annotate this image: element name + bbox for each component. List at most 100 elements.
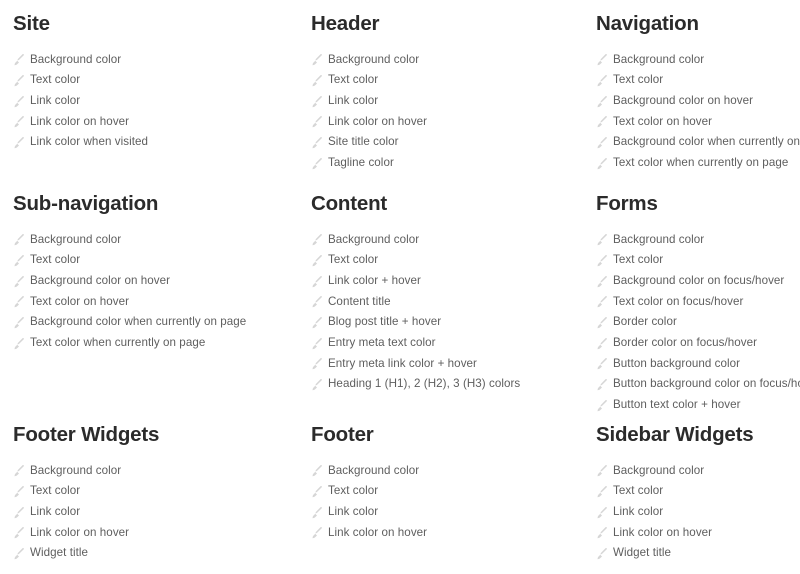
color-option-item[interactable]: Link color bbox=[13, 502, 298, 523]
color-option-item[interactable]: Background color bbox=[13, 461, 298, 482]
color-option-item[interactable]: Background color on focus/hover bbox=[596, 271, 800, 292]
color-option-label: Widget title bbox=[613, 546, 672, 560]
option-list: Background color Text color Link color + h… bbox=[311, 215, 583, 396]
color-option-item[interactable]: Heading 1 (H1), 2 (H2), 3 (H3) colors bbox=[311, 374, 583, 395]
color-option-label: Text color bbox=[328, 253, 379, 267]
paintbrush-icon bbox=[596, 337, 609, 350]
section-sub-navigation: Sub-navigation Background color Text colo… bbox=[0, 188, 298, 354]
color-option-label: Border color on focus/hover bbox=[613, 335, 758, 349]
color-option-item[interactable]: Button text color + hover bbox=[596, 395, 800, 416]
color-option-item[interactable]: Background color bbox=[311, 230, 583, 251]
color-option-label: Widget title bbox=[30, 546, 89, 560]
color-option-item[interactable]: Text color on hover bbox=[596, 112, 800, 133]
color-option-item[interactable]: Button background color on focus/hover bbox=[596, 374, 800, 395]
color-option-item[interactable]: Link color bbox=[13, 91, 298, 112]
section-footer: Footer Background color Text color Link co… bbox=[298, 419, 583, 543]
paintbrush-icon bbox=[13, 464, 26, 477]
color-option-item[interactable]: Text color when currently on page bbox=[596, 153, 800, 174]
color-option-item[interactable]: Background color bbox=[13, 230, 298, 251]
option-list: Background color Text color Link color Link… bbox=[596, 446, 800, 564]
color-option-label: Link color bbox=[30, 504, 81, 518]
paintbrush-icon bbox=[311, 295, 324, 308]
color-option-item[interactable]: Widget title bbox=[13, 543, 298, 564]
paintbrush-icon bbox=[596, 357, 609, 370]
color-option-item[interactable]: Link color on hover bbox=[13, 112, 298, 133]
color-option-item[interactable]: Content title bbox=[311, 292, 583, 313]
section-forms: Forms Background color Text color Backgrou… bbox=[583, 188, 800, 416]
color-option-item[interactable]: Site title color bbox=[311, 132, 583, 153]
color-option-item[interactable]: Background color bbox=[311, 50, 583, 71]
color-option-item[interactable]: Link color on hover bbox=[596, 523, 800, 544]
color-option-item[interactable]: Background color bbox=[596, 230, 800, 251]
option-list: Background color Text color Background col… bbox=[596, 215, 800, 416]
color-option-label: Text color bbox=[328, 484, 379, 498]
section-row-1: Site Background color Text color Link colo… bbox=[0, 0, 800, 188]
paintbrush-icon bbox=[311, 233, 324, 246]
paintbrush-icon bbox=[13, 275, 26, 288]
paintbrush-icon bbox=[596, 115, 609, 128]
color-option-item[interactable]: Background color on hover bbox=[13, 271, 298, 292]
color-option-label: Text color bbox=[613, 73, 664, 87]
section-title: Sub-navigation bbox=[13, 192, 159, 215]
color-option-label: Text color when currently on page bbox=[30, 335, 206, 349]
color-option-item[interactable]: Text color when currently on page bbox=[13, 333, 298, 354]
color-option-item[interactable]: Text color bbox=[596, 250, 800, 271]
color-option-label: Link color + hover bbox=[328, 273, 421, 287]
color-option-item[interactable]: Background color bbox=[596, 461, 800, 482]
color-option-item[interactable]: Blog post title + hover bbox=[311, 312, 583, 333]
color-option-item[interactable]: Entry meta link color + hover bbox=[311, 354, 583, 375]
color-option-label: Background color bbox=[613, 463, 705, 477]
color-option-item[interactable]: Background color bbox=[596, 50, 800, 71]
option-list: Background color Text color Link color Link… bbox=[13, 35, 298, 153]
color-option-label: Link color on hover bbox=[328, 525, 428, 539]
color-option-item[interactable]: Link color when visited bbox=[13, 132, 298, 153]
color-option-item[interactable]: Text color on focus/hover bbox=[596, 292, 800, 313]
color-option-item[interactable]: Entry meta text color bbox=[311, 333, 583, 354]
color-option-item[interactable]: Background color on hover bbox=[596, 91, 800, 112]
color-option-item[interactable]: Widget title bbox=[596, 543, 800, 564]
color-option-item[interactable]: Text color bbox=[13, 70, 298, 91]
color-option-item[interactable]: Background color bbox=[311, 461, 583, 482]
color-option-label: Tagline color bbox=[328, 155, 394, 169]
paintbrush-icon bbox=[13, 95, 26, 108]
section-title: Header bbox=[311, 12, 380, 35]
color-option-item[interactable]: Link color on hover bbox=[13, 523, 298, 544]
color-option-label: Content title bbox=[328, 294, 391, 308]
color-option-item[interactable]: Link color on hover bbox=[311, 523, 583, 544]
color-option-item[interactable]: Link color on hover bbox=[311, 112, 583, 133]
color-option-item[interactable]: Link color bbox=[311, 91, 583, 112]
color-option-item[interactable]: Tagline color bbox=[311, 153, 583, 174]
color-option-item[interactable]: Button background color bbox=[596, 354, 800, 375]
color-option-label: Link color on hover bbox=[613, 525, 713, 539]
color-option-item[interactable]: Text color bbox=[311, 70, 583, 91]
paintbrush-icon bbox=[13, 254, 26, 267]
paintbrush-icon bbox=[596, 547, 609, 560]
color-option-item[interactable]: Link color + hover bbox=[311, 271, 583, 292]
paintbrush-icon bbox=[13, 295, 26, 308]
color-option-item[interactable]: Link color bbox=[311, 502, 583, 523]
color-option-item[interactable]: Text color bbox=[596, 70, 800, 91]
color-option-item[interactable]: Border color bbox=[596, 312, 800, 333]
color-option-item[interactable]: Background color when currently on page bbox=[13, 312, 298, 333]
option-list: Background color Text color Background col… bbox=[13, 215, 298, 354]
color-option-label: Heading 1 (H1), 2 (H2), 3 (H3) colors bbox=[328, 377, 521, 391]
paintbrush-icon bbox=[13, 53, 26, 66]
paintbrush-icon bbox=[596, 485, 609, 498]
paintbrush-icon bbox=[13, 136, 26, 149]
color-option-item[interactable]: Text color bbox=[311, 481, 583, 502]
color-option-item[interactable]: Link color bbox=[596, 502, 800, 523]
option-list: Background color Text color Background col… bbox=[596, 35, 800, 174]
paintbrush-icon bbox=[596, 95, 609, 108]
color-option-item[interactable]: Text color on hover bbox=[13, 292, 298, 313]
color-option-item[interactable]: Text color bbox=[311, 250, 583, 271]
color-option-item[interactable]: Text color bbox=[13, 481, 298, 502]
color-option-item[interactable]: Background color bbox=[13, 50, 298, 71]
paintbrush-icon bbox=[13, 337, 26, 350]
color-option-item[interactable]: Text color bbox=[596, 481, 800, 502]
color-option-item[interactable]: Text color bbox=[13, 250, 298, 271]
color-option-item[interactable]: Border color on focus/hover bbox=[596, 333, 800, 354]
color-option-label: Text color bbox=[328, 73, 379, 87]
color-option-item[interactable]: Background color when currently on page bbox=[596, 132, 800, 153]
option-list: Background color Text color Link color Link… bbox=[311, 446, 583, 544]
color-option-label: Border color bbox=[613, 315, 677, 329]
